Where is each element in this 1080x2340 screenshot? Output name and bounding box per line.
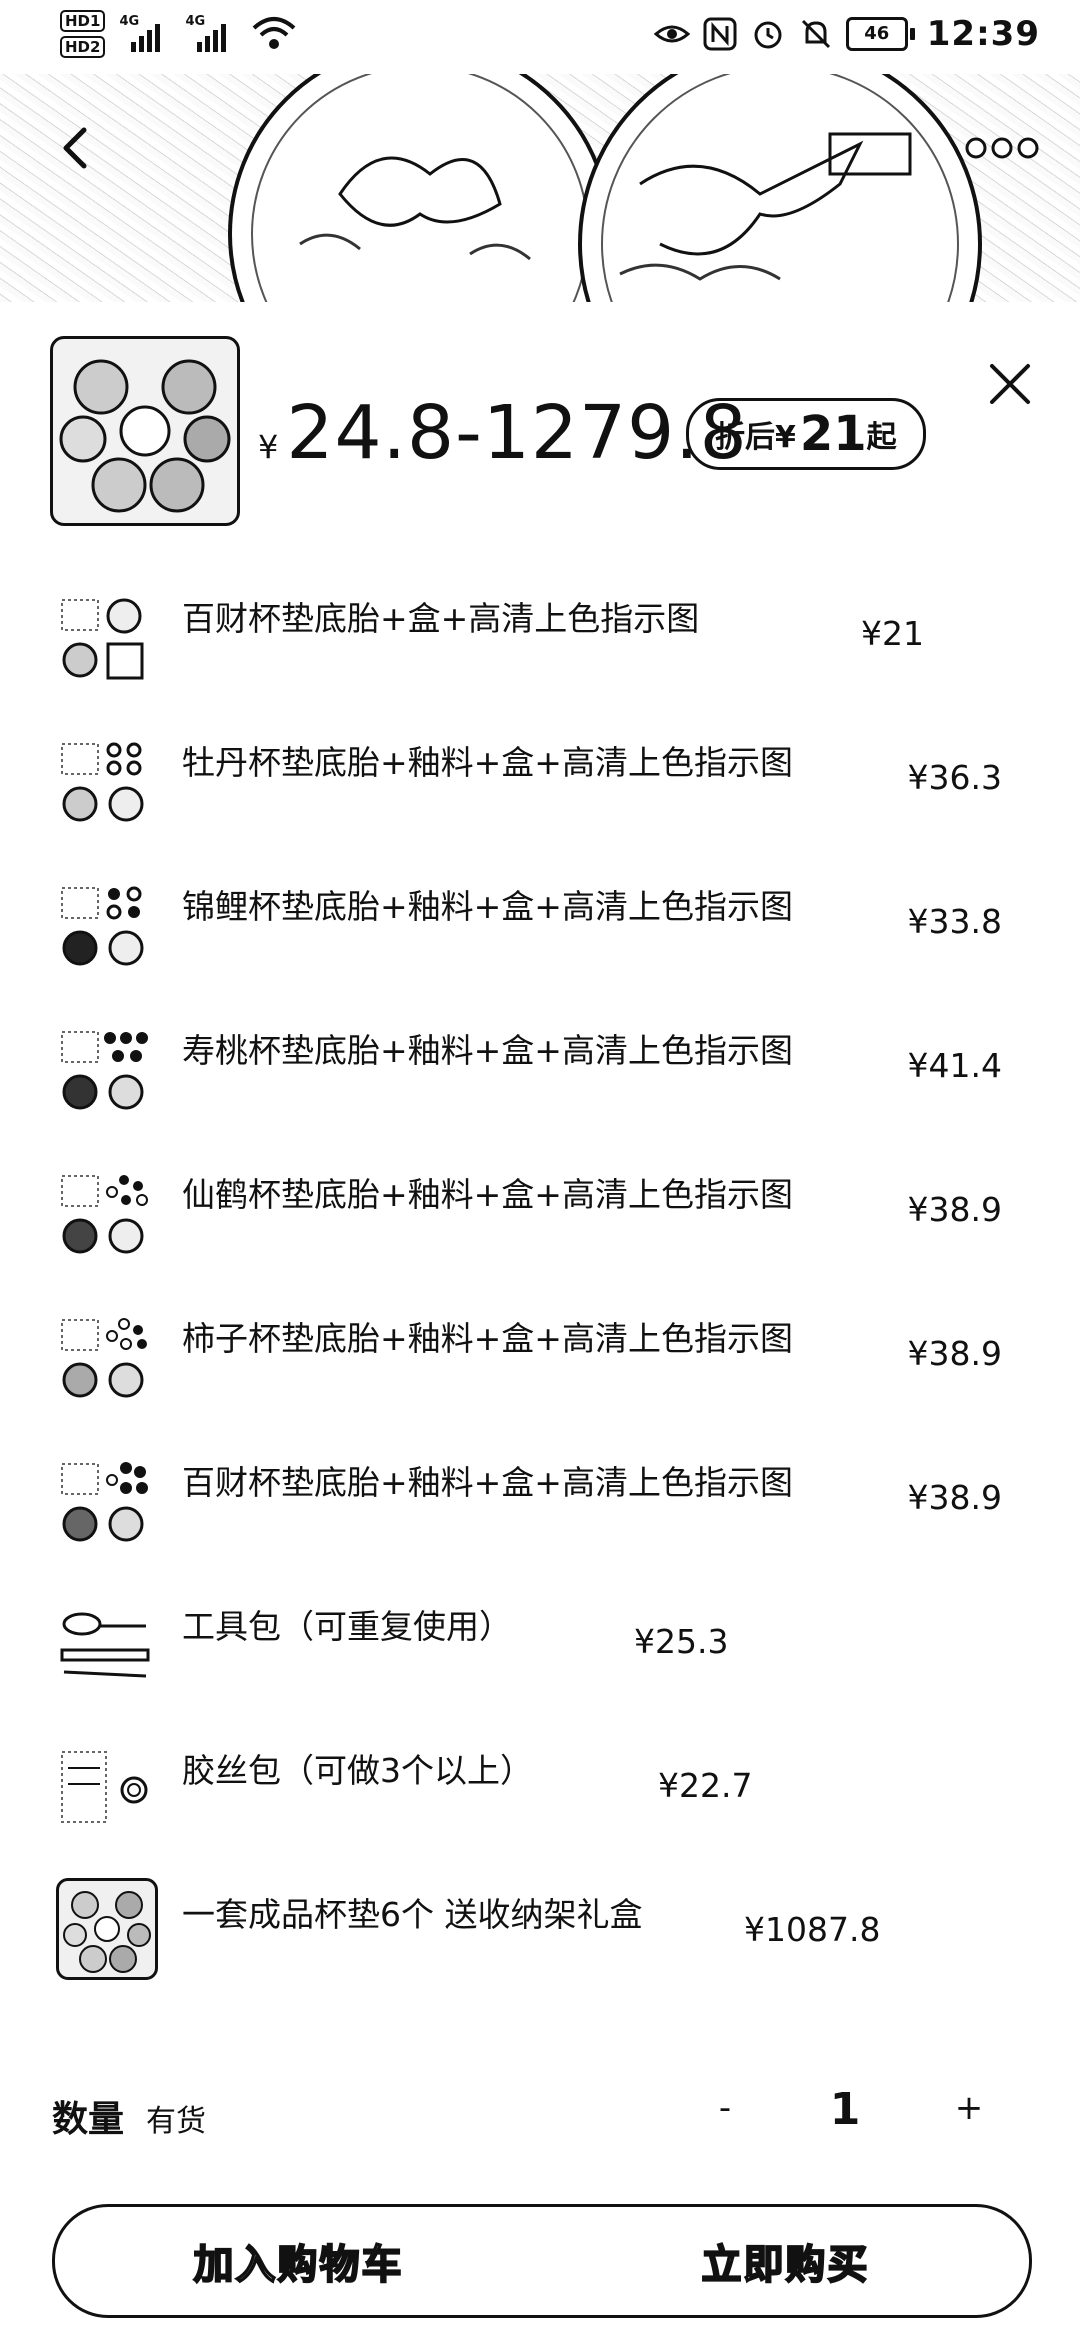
sku-name: 一套成品杯垫6个 送收纳架礼盒 — [182, 1895, 643, 1934]
quantity-label: 数量 — [52, 2099, 125, 2140]
sku-name: 牡丹杯垫底胎+釉料+盒+高清上色指示图 — [182, 743, 793, 782]
banner-artwork — [228, 74, 982, 302]
add-to-cart-button[interactable]: 加入购物车 — [55, 2207, 542, 2315]
tool-kit-thumbnail — [60, 1612, 150, 1678]
sku-option[interactable]: 工具包（可重复使用） ¥25.3 — [0, 1566, 1080, 1710]
hd-badge-1: HD1 — [60, 10, 106, 32]
hd-badge-2: HD2 — [60, 36, 106, 58]
sku-price: ¥22.7 — [658, 1766, 753, 1805]
close-icon[interactable] — [984, 358, 1036, 410]
finished-set-thumbnail — [56, 1878, 158, 1980]
sku-name: 百财杯垫底胎+釉料+盒+高清上色指示图 — [182, 1463, 793, 1502]
sku-name: 仙鹤杯垫底胎+釉料+盒+高清上色指示图 — [182, 1175, 793, 1214]
sku-price: ¥38.9 — [907, 1478, 1002, 1517]
action-bar: 加入购物车 立即购买 — [52, 2204, 1032, 2318]
battery-level: 46 — [845, 17, 908, 51]
stock-status: 有货 — [146, 2104, 206, 2139]
quantity-decrease-button[interactable]: - — [700, 2088, 750, 2128]
sku-option[interactable]: 胶丝包（可做3个以上） ¥22.7 — [0, 1710, 1080, 1854]
sku-option[interactable]: 一套成品杯垫6个 送收纳架礼盒 ¥1087.8 — [0, 1854, 1080, 1998]
battery-indicator: 46 — [845, 17, 915, 51]
sku-price: ¥33.8 — [907, 902, 1002, 941]
buy-now-button[interactable]: 立即购买 — [542, 2207, 1029, 2315]
signal-icon: 4G — [119, 12, 171, 56]
sku-thumbnail — [61, 1175, 148, 1254]
selected-product-thumbnail — [50, 336, 240, 526]
sku-thumbnail — [61, 1462, 148, 1542]
sku-selector-sheet: ¥ 24.8-1279.8 折后¥ 21 起 百财杯垫底胎+盒+高清上色指示图 … — [0, 302, 1080, 2340]
sku-name: 寿桃杯垫底胎+釉料+盒+高清上色指示图 — [182, 1031, 793, 1070]
discount-prefix: 折后¥ — [715, 420, 796, 455]
sku-thumbnail — [61, 1031, 148, 1110]
sku-price: ¥1087.8 — [744, 1910, 881, 1949]
sku-price: ¥25.3 — [634, 1622, 729, 1661]
discount-badge: 折后¥ 21 起 — [686, 398, 926, 470]
sku-option[interactable]: 仙鹤杯垫底胎+釉料+盒+高清上色指示图 ¥38.9 — [0, 1134, 1080, 1278]
quantity-increase-button[interactable]: + — [944, 2088, 994, 2128]
sku-price: ¥38.9 — [907, 1334, 1002, 1373]
sku-option[interactable]: 百财杯垫底胎+釉料+盒+高清上色指示图 ¥38.9 — [0, 1422, 1080, 1566]
sku-thumbnail — [61, 742, 144, 822]
alarm-icon — [754, 21, 782, 49]
sku-option[interactable]: 百财杯垫底胎+盒+高清上色指示图 ¥21 — [0, 558, 1080, 702]
back-button[interactable] — [50, 120, 106, 176]
sku-name: 百财杯垫底胎+盒+高清上色指示图 — [182, 599, 700, 638]
wifi-icon — [253, 17, 296, 49]
sku-thumbnail — [61, 1318, 147, 1398]
eye-icon — [653, 25, 690, 43]
price-range-value: 24.8-1279.8 — [286, 390, 748, 476]
glue-kit-thumbnail — [61, 1751, 148, 1823]
sku-name: 柿子杯垫底胎+釉料+盒+高清上色指示图 — [182, 1319, 793, 1358]
sku-option[interactable]: 牡丹杯垫底胎+釉料+盒+高清上色指示图 ¥36.3 — [0, 702, 1080, 846]
sku-price: ¥36.3 — [907, 758, 1002, 797]
sku-option[interactable]: 寿桃杯垫底胎+釉料+盒+高清上色指示图 ¥41.4 — [0, 990, 1080, 1134]
sku-option[interactable]: 锦鲤杯垫底胎+釉料+盒+高清上色指示图 ¥33.8 — [0, 846, 1080, 990]
price-range: ¥ 24.8-1279.8 — [258, 390, 748, 476]
sku-price: ¥21 — [861, 614, 924, 653]
mute-bell-icon — [801, 19, 830, 49]
status-time: 12:39 — [926, 14, 1040, 54]
quantity-value[interactable]: 1 — [820, 2084, 870, 2135]
quantity-row: 数量 有货 - 1 + — [0, 2072, 1080, 2162]
price-currency: ¥ — [258, 428, 279, 466]
nfc-icon — [703, 17, 737, 51]
sku-price: ¥38.9 — [907, 1190, 1002, 1229]
discount-value: 21 — [799, 406, 867, 462]
sku-option-list: 百财杯垫底胎+盒+高清上色指示图 ¥21 牡丹杯垫底胎+釉料+盒+高清上色指示图… — [0, 558, 1080, 1998]
signal-icon-2: 4G — [185, 12, 237, 56]
status-bar: HD1 HD2 4G 4G 46 12:39 — [0, 0, 1080, 74]
discount-suffix: 起 — [866, 420, 897, 455]
product-banner-image — [0, 74, 1080, 302]
sku-thumbnail — [61, 598, 144, 680]
sku-name: 锦鲤杯垫底胎+釉料+盒+高清上色指示图 — [182, 887, 793, 926]
sku-option[interactable]: 柿子杯垫底胎+釉料+盒+高清上色指示图 ¥38.9 — [0, 1278, 1080, 1422]
sku-price: ¥41.4 — [907, 1046, 1002, 1085]
more-options-button[interactable] — [962, 130, 1042, 166]
sku-thumbnail — [61, 886, 144, 966]
